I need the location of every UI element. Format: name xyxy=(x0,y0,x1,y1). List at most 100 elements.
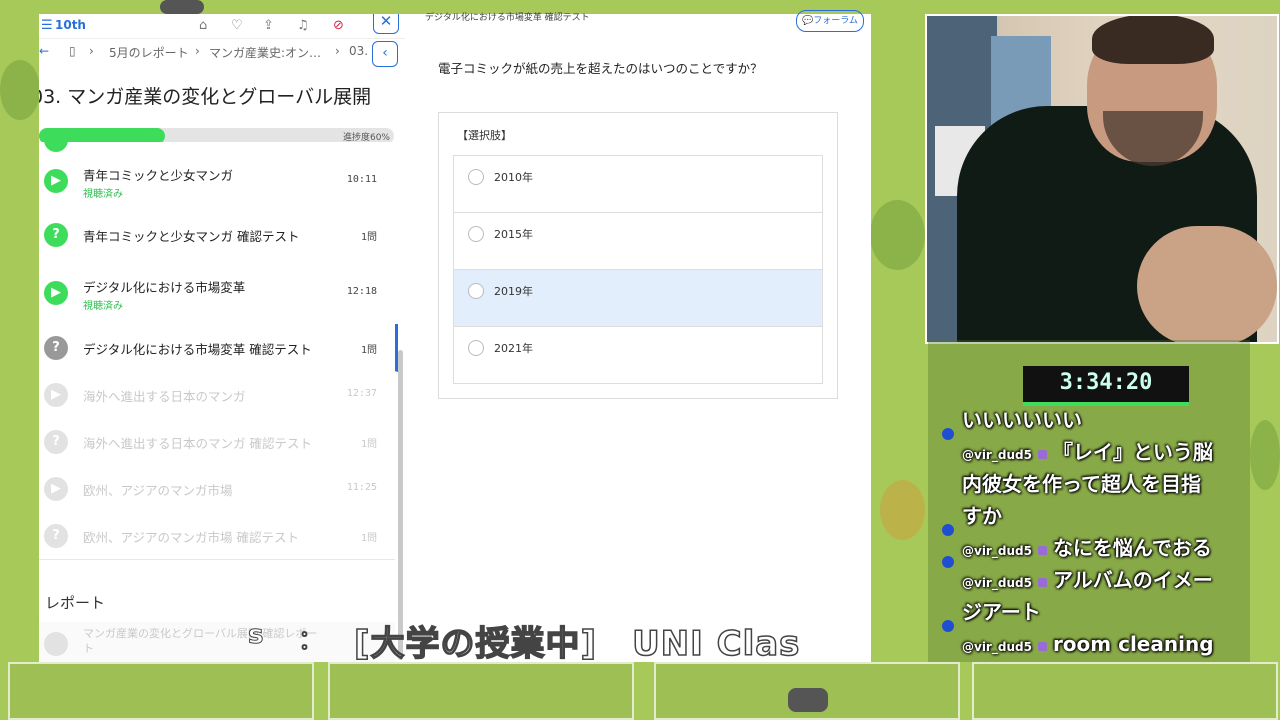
choice-label: 2019年 xyxy=(494,285,533,298)
chat-text: 『レイ』という脳 xyxy=(1052,440,1213,464)
lesson-item[interactable]: ▶ 欧州、アジアのマンガ市場 11:25 xyxy=(39,465,395,513)
close-button[interactable]: ✕ xyxy=(373,14,399,34)
chat-icon: 💬 xyxy=(802,16,814,26)
bottom-frame xyxy=(8,662,314,720)
lesson-title: 03. マンガ産業の変化とグローバル展開 xyxy=(39,86,372,108)
play-icon xyxy=(44,128,68,152)
chat-message: @vir_dud5 なにを悩んでおる xyxy=(962,532,1212,567)
radio-button[interactable] xyxy=(468,169,484,185)
chat-user-dot xyxy=(942,556,954,568)
choice-option[interactable]: 2010年 xyxy=(453,155,823,213)
bell-icon[interactable]: ♫ xyxy=(297,18,309,33)
chat-username: @vir_dud5 xyxy=(962,640,1032,654)
chat-user-dot xyxy=(942,524,954,536)
breadcrumb-separator: › xyxy=(89,44,94,58)
lesson-item-title: 欧州、アジアのマンガ市場 確認テスト xyxy=(83,529,299,545)
question-text: 電子コミックが紙の売上を超えたのはいつのことですか？ xyxy=(438,61,763,76)
chat-overlay: 3:34:20 いいいいいい @vir_dud5 『レイ』という脳 内彼女を作って超人… xyxy=(928,340,1250,662)
radio-button[interactable] xyxy=(468,226,484,242)
chat-text: なにを悩んでおる xyxy=(1052,536,1212,560)
badge-icon xyxy=(1037,450,1047,459)
question-count: 1問 xyxy=(360,532,377,544)
chat-username: @vir_dud5 xyxy=(962,448,1032,462)
stream-caption: [大学の授業中] UNI Clas xyxy=(353,623,801,665)
bottom-frame xyxy=(972,662,1278,720)
chat-username: @vir_dud5 xyxy=(962,544,1032,558)
logo: 10th xyxy=(55,18,86,32)
webcam-feed xyxy=(925,14,1279,344)
report-item-title: マンガ産業の変化とグローバル展開 確認レポート xyxy=(83,627,318,655)
choice-label: 2015年 xyxy=(494,228,533,241)
question-count: 1問 xyxy=(360,344,377,356)
chat-message: @vir_dud5 アルバムのイメー xyxy=(962,564,1213,599)
character-sprite xyxy=(160,0,204,14)
heart-icon[interactable]: ♡ xyxy=(231,18,243,33)
bottom-frame xyxy=(328,662,634,720)
lesson-duration: 12:18 xyxy=(346,286,377,297)
chat-user-dot xyxy=(942,620,954,632)
lesson-duration: 12:37 xyxy=(346,387,377,399)
breadcrumb-item[interactable]: 03. xyxy=(349,44,368,58)
lesson-item-status: 視聴済み xyxy=(83,301,123,312)
forum-button-label: フォーラム xyxy=(813,16,858,26)
play-icon: ▶ xyxy=(44,382,68,407)
lesson-item[interactable]: ? 欧州、アジアのマンガ市場 確認テスト 1問 xyxy=(39,512,395,560)
choice-option[interactable]: 2019年 xyxy=(453,269,823,327)
choice-option[interactable]: 2021年 xyxy=(453,326,823,384)
book-icon: ▯ xyxy=(69,44,76,58)
choices-label: 【選択肢】 xyxy=(457,129,512,142)
breadcrumb-separator: › xyxy=(335,44,340,58)
badge-icon xyxy=(1037,546,1047,555)
question-icon: ? xyxy=(44,523,68,548)
background-decoration xyxy=(0,60,40,120)
choice-label: 2021年 xyxy=(494,342,533,355)
choice-label: 2010年 xyxy=(494,171,533,184)
choice-option[interactable]: 2015年 xyxy=(453,212,823,270)
play-icon: ▶ xyxy=(44,476,68,501)
lesson-item[interactable]: ▶ デジタル化における市場変革 視聴済み 12:18 xyxy=(39,262,395,325)
lesson-item[interactable]: ? 海外へ進出する日本のマンガ 確認テスト 1問 xyxy=(39,418,395,466)
lesson-item-title: 海外へ進出する日本のマンガ xyxy=(83,388,246,404)
chat-text: room cleaning xyxy=(1052,632,1214,656)
back-arrow-icon[interactable]: ← xyxy=(39,44,49,58)
lesson-item-title: 青年コミックと少女マンガ 確認テスト xyxy=(83,229,300,244)
report-item[interactable]: マンガ産業の変化とグローバル展開 確認レポート xyxy=(39,622,395,662)
question-count: 1問 xyxy=(360,232,377,243)
menu-icon[interactable]: ☰ xyxy=(41,18,53,33)
notification-icon[interactable]: ⊘ xyxy=(333,18,344,33)
breadcrumb-item[interactable]: マンガ産業史:オン… xyxy=(209,44,321,61)
quiz-panel: デジタル化における市場変革 確認テスト 💬フォーラム 電子コミックが紙の売上を超… xyxy=(405,10,871,662)
browser-toolbar: ☰ 10th ⌂ ♡ ⇪ ♫ ⊘ ✕ xyxy=(39,14,405,39)
breadcrumb-item[interactable]: 5月のレポート xyxy=(109,44,189,61)
sidebar-scrollbar[interactable] xyxy=(398,350,403,660)
lesson-item[interactable]: ? 青年コミックと少女マンガ 確認テスト 1問 xyxy=(39,208,395,263)
breadcrumb-separator: › xyxy=(195,44,200,58)
question-icon: ? xyxy=(44,335,68,360)
lesson-item[interactable]: ? デジタル化における市場変革 確認テスト 1問 xyxy=(39,324,398,372)
radio-button[interactable] xyxy=(468,340,484,356)
person-hair xyxy=(1092,16,1214,64)
home-icon[interactable]: ⌂ xyxy=(199,18,207,33)
chat-text: すか xyxy=(962,504,1002,528)
play-icon: ▶ xyxy=(44,169,68,193)
chat-message: ジアート xyxy=(962,596,1041,628)
caption-fragment: ： xyxy=(297,626,325,657)
radio-button[interactable] xyxy=(468,283,484,299)
lesson-item[interactable]: ▶ 海外へ進出する日本のマンガ 12:37 xyxy=(39,371,395,419)
chat-text: ジアート xyxy=(962,600,1041,624)
chat-message: いいいいいい xyxy=(962,404,1082,436)
background-decoration xyxy=(1250,420,1280,490)
lesson-item-title: 海外へ進出する日本のマンガ 確認テスト xyxy=(83,435,312,451)
forum-button[interactable]: 💬フォーラム xyxy=(796,10,864,32)
report-heading: レポート xyxy=(45,594,106,612)
character-sprite xyxy=(788,688,828,712)
choices-box: 【選択肢】 2010年 2015年 2019年 2021年 xyxy=(438,112,838,399)
chat-message: 内彼女を作って超人を目指 xyxy=(962,468,1201,500)
collapse-button[interactable]: ‹ xyxy=(372,41,398,67)
question-count: 1問 xyxy=(360,438,377,450)
chat-message: @vir_dud5 room cleaning xyxy=(962,628,1214,663)
person-arm xyxy=(1137,226,1277,342)
lesson-item[interactable]: ▶ 青年コミックと少女マンガ 視聴済み 10:11 xyxy=(39,154,395,209)
caption-fragment: s xyxy=(247,620,264,651)
share-icon[interactable]: ⇪ xyxy=(263,18,274,33)
